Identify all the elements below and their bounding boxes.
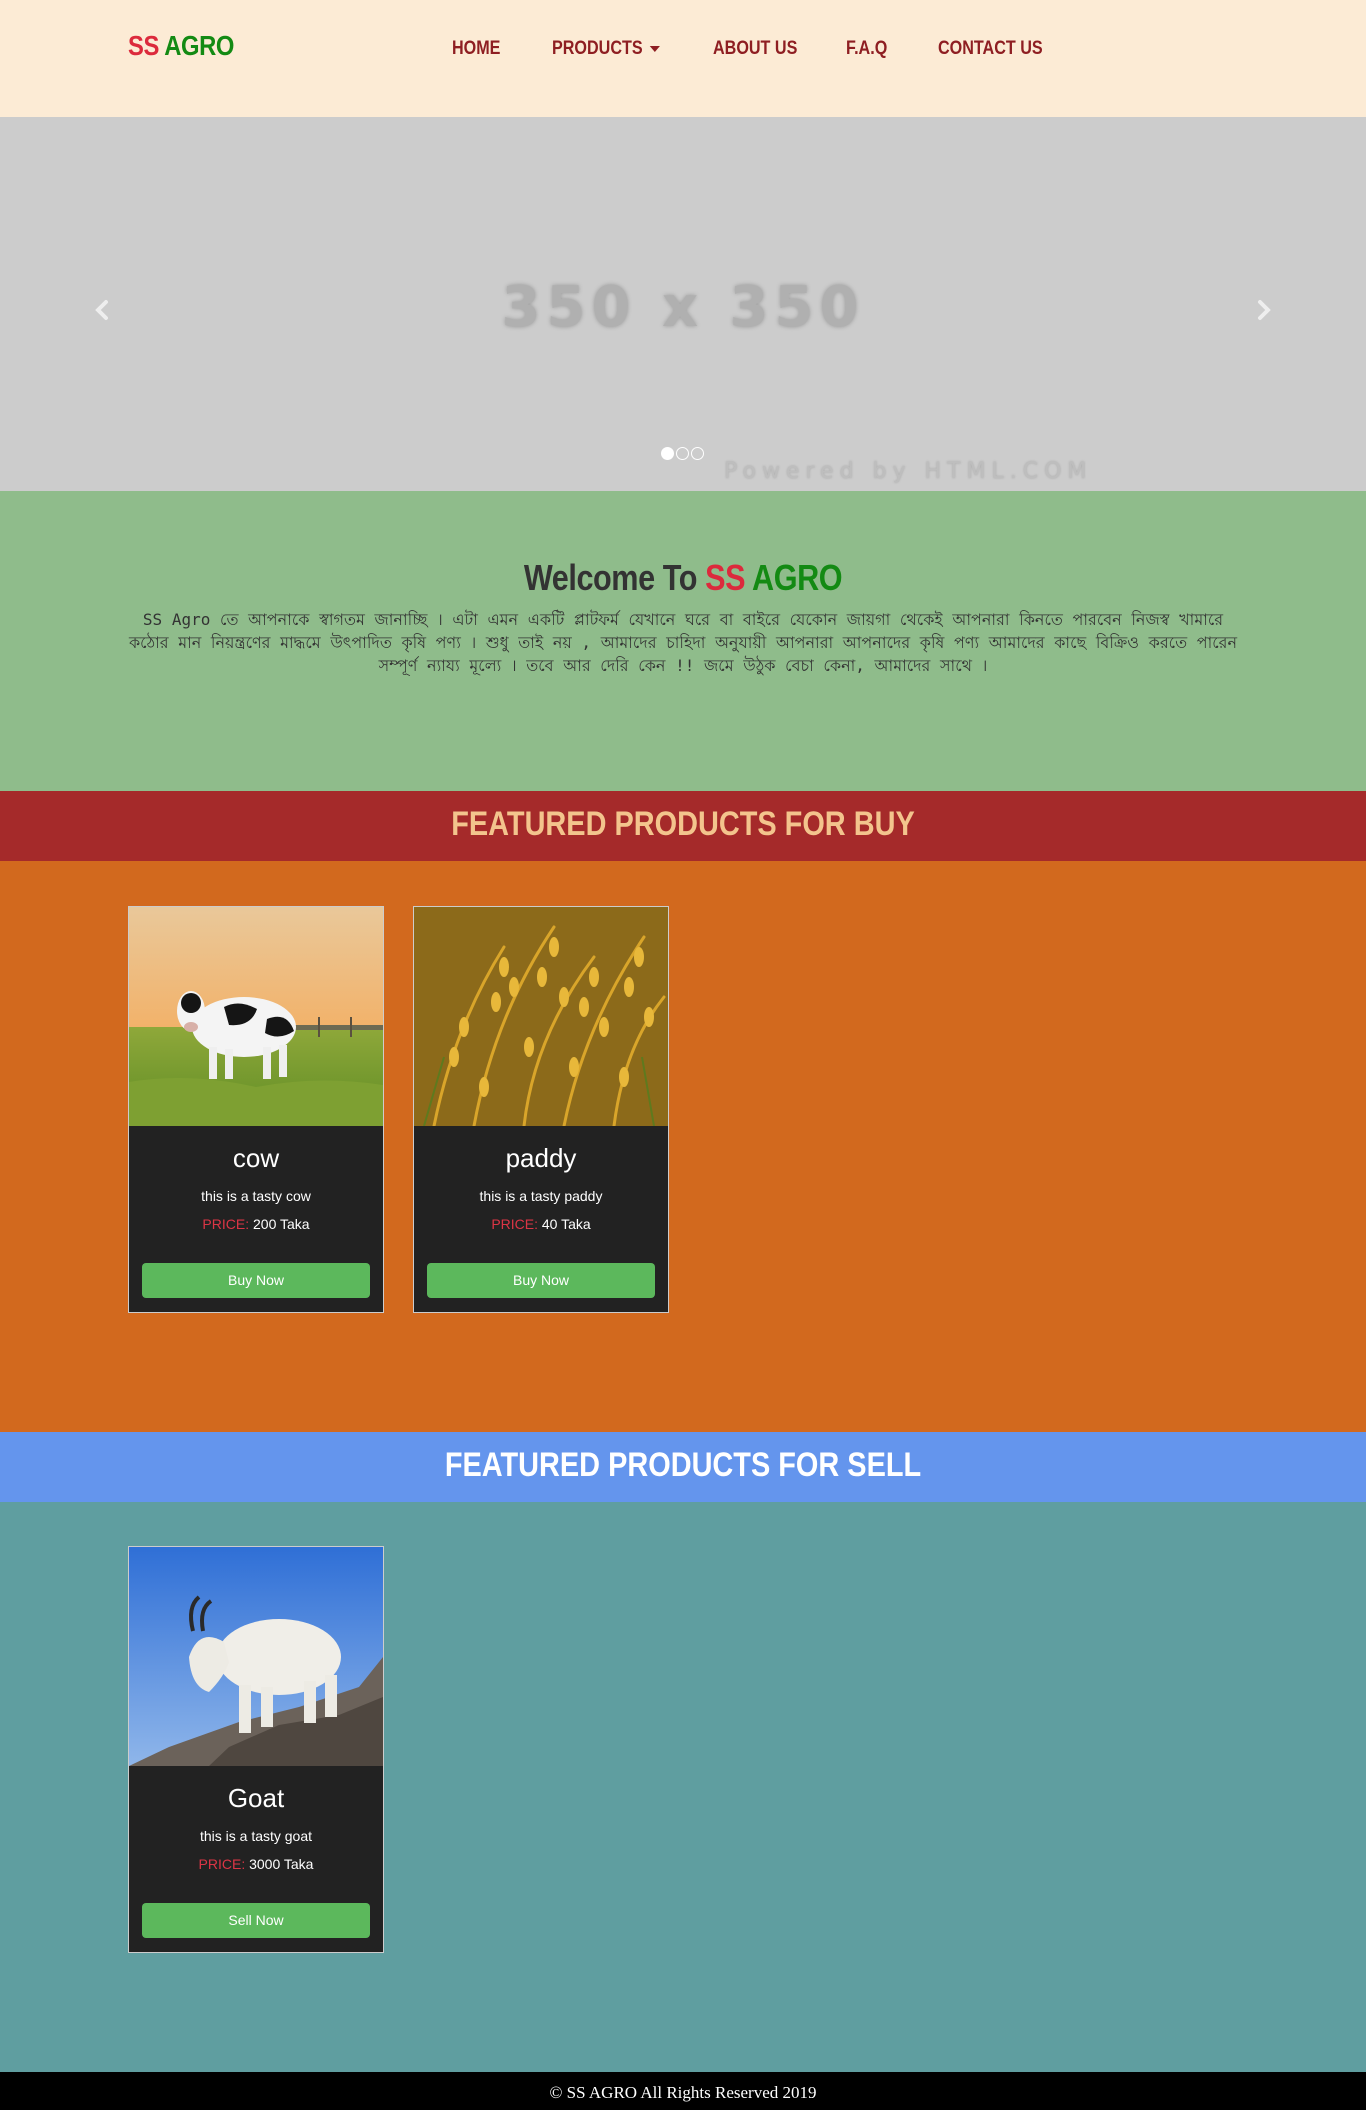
sell-products-area: Goat this is a tasty goat PRICE: 3000 Ta… (0, 1502, 1366, 2072)
carousel-indicator-1[interactable] (661, 447, 674, 460)
caret-down-icon (649, 45, 660, 52)
footer: © SS AGRO All Rights Reserved 2019 (0, 2072, 1366, 2110)
product-price: PRICE: 40 Taka (414, 1216, 668, 1232)
nav-contact-us[interactable]: CONTACT US (938, 38, 1043, 60)
product-image-cow (129, 907, 383, 1126)
nav-home[interactable]: HOME (452, 38, 500, 60)
carousel-placeholder-text: 350 x 350 (501, 275, 865, 340)
carousel-watermark: Powered by HTML.COM (724, 459, 1093, 484)
carousel-prev-button[interactable] (87, 295, 117, 325)
brand-ss: SS (128, 30, 159, 61)
nav-products-label: PRODUCTS (552, 38, 643, 59)
buy-section-header: FEATURED PRODUCTS FOR BUY (0, 791, 1366, 861)
paddy-image (414, 907, 668, 1126)
footer-copyright: © SS AGRO All Rights Reserved 2019 (549, 2083, 817, 2102)
carousel-indicator-3[interactable] (691, 447, 704, 460)
carousel-indicators (661, 447, 704, 460)
product-description: this is a tasty cow (201, 1188, 311, 1204)
product-name: cow (232, 1143, 280, 1173)
cow-image (129, 907, 383, 1126)
product-name: Goat (227, 1783, 285, 1813)
welcome-text: SS Agro তে আপনাকে স্বাগতম জানাচ্ছি । এটা… (128, 610, 1238, 675)
product-price: PRICE: 200 Taka (129, 1216, 383, 1232)
product-image-goat (129, 1547, 383, 1766)
price-label: PRICE: (491, 1216, 538, 1232)
welcome-section: Welcome To SS AGRO SS Agro তে আপনাকে স্ব… (0, 491, 1366, 791)
product-description: this is a tasty goat (199, 1828, 313, 1844)
nav-products-dropdown[interactable]: PRODUCTS (552, 38, 660, 60)
brand-agro: AGRO (164, 30, 234, 61)
chevron-left-icon (95, 300, 108, 320)
buy-products-area: cow this is a tasty cow PRICE: 200 Taka … (0, 861, 1366, 1432)
price-value: 40 Taka (541, 1216, 591, 1232)
nav-about-us[interactable]: ABOUT US (713, 38, 797, 60)
nav-faq[interactable]: F.A.Q (846, 38, 887, 60)
welcome-title: Welcome To SS AGRO (102, 557, 1263, 599)
welcome-title-prefix: Welcome To (523, 557, 698, 598)
welcome-title-ss: SS (705, 557, 746, 598)
product-card-cow: cow this is a tasty cow PRICE: 200 Taka … (128, 906, 384, 1313)
carousel-next-button[interactable] (1249, 295, 1279, 325)
buy-now-button[interactable]: Buy Now (142, 1263, 370, 1298)
welcome-title-agro: AGRO (752, 557, 843, 598)
price-label: PRICE: (202, 1216, 250, 1232)
price-value: 200 Taka (253, 1216, 310, 1232)
product-card-goat: Goat this is a tasty goat PRICE: 3000 Ta… (128, 1546, 384, 1953)
buy-now-button[interactable]: Buy Now (427, 1263, 655, 1298)
price-label: PRICE: (198, 1856, 246, 1872)
goat-image (129, 1547, 383, 1766)
sell-now-button[interactable]: Sell Now (142, 1903, 370, 1938)
price-value: 3000 Taka (249, 1856, 314, 1872)
brand-logo[interactable]: SS AGRO (128, 30, 234, 62)
product-image-paddy (414, 907, 668, 1126)
product-name: paddy (505, 1143, 577, 1173)
product-description: this is a tasty paddy (479, 1188, 603, 1204)
navbar: SS AGRO HOME PRODUCTS ABOUT US F.A.Q CON… (0, 0, 1366, 117)
sell-section-header: FEATURED PRODUCTS FOR SELL (0, 1432, 1366, 1502)
sell-section-title: FEATURED PRODUCTS FOR SELL (444, 1446, 922, 1484)
hero-carousel: 350 x 350 Powered by HTML.COM (0, 117, 1366, 491)
product-price: PRICE: 3000 Taka (129, 1856, 383, 1872)
product-card-paddy: paddy this is a tasty paddy PRICE: 40 Ta… (413, 906, 669, 1313)
carousel-indicator-2[interactable] (676, 447, 689, 460)
chevron-right-icon (1258, 300, 1271, 320)
buy-section-title: FEATURED PRODUCTS FOR BUY (451, 805, 915, 843)
